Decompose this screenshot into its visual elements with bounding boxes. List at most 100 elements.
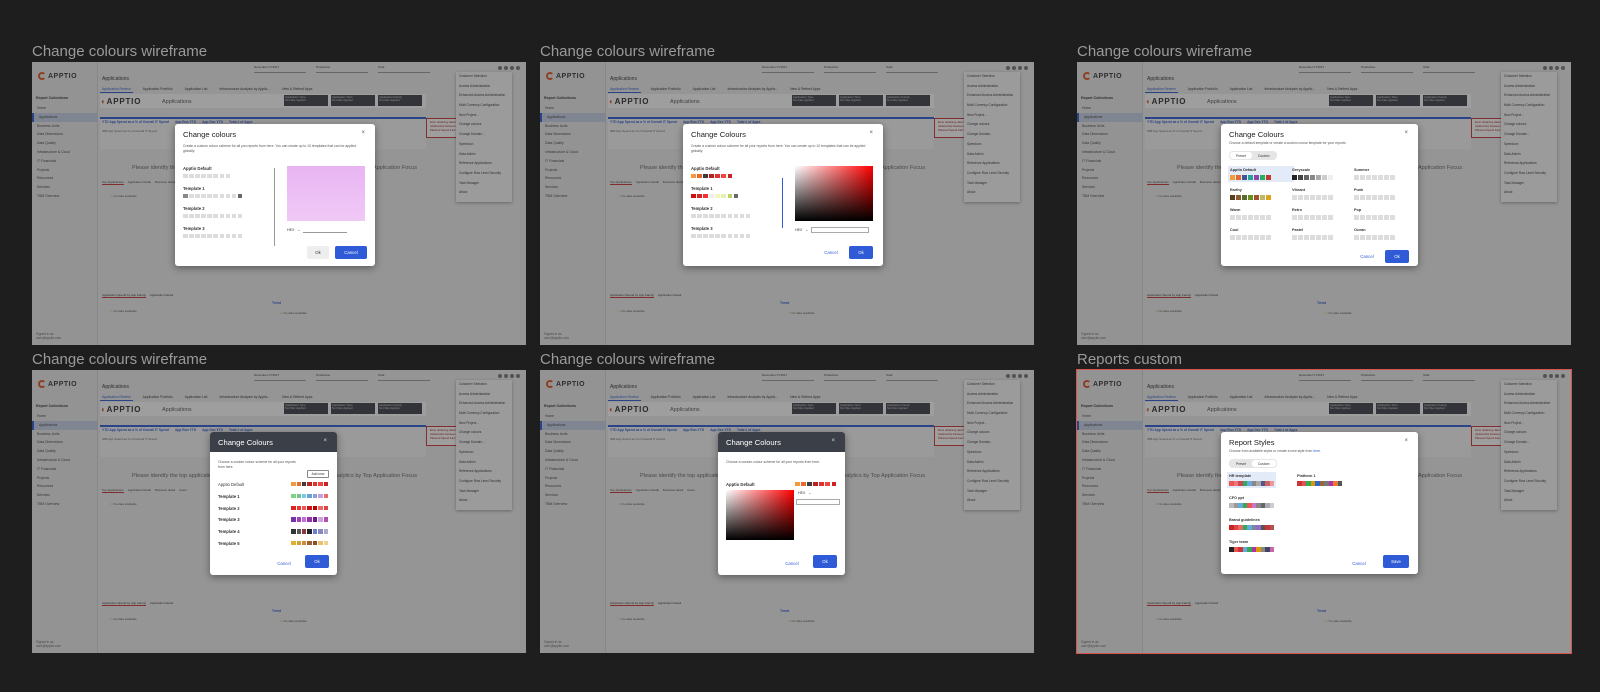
colour-swatch[interactable] [727, 193, 733, 198]
close-icon[interactable]: × [323, 438, 327, 444]
cancel-button[interactable]: Cancel [780, 557, 804, 570]
colour-swatch[interactable] [201, 233, 206, 238]
colour-swatch[interactable] [312, 482, 318, 487]
create-style-link[interactable]: here. [1313, 449, 1321, 453]
add-new-button[interactable]: Add new [307, 470, 329, 478]
colour-swatch[interactable] [225, 173, 231, 178]
colour-swatch[interactable] [691, 173, 696, 178]
colour-swatch[interactable] [302, 529, 307, 534]
hex-input[interactable] [796, 499, 840, 505]
template-row[interactable]: Template 3 [218, 517, 328, 522]
colour-swatch[interactable] [733, 193, 739, 198]
cancel-button[interactable]: Cancel [1355, 250, 1379, 263]
colour-swatch[interactable] [721, 213, 726, 218]
colour-swatch[interactable] [703, 173, 708, 178]
colour-swatch[interactable] [201, 173, 206, 178]
colour-swatch[interactable] [296, 505, 302, 510]
cancel-button[interactable]: Cancel [1347, 557, 1371, 570]
colour-swatch[interactable] [727, 233, 733, 238]
custom-tab[interactable]: Custom [1251, 460, 1276, 467]
colour-swatch[interactable] [721, 173, 726, 178]
template-row[interactable]: Template 2 [218, 505, 328, 511]
colour-swatch[interactable] [237, 233, 243, 238]
cancel-button[interactable]: Cancel [335, 246, 367, 259]
colour-swatch[interactable] [291, 541, 296, 546]
colour-swatch[interactable] [183, 213, 188, 218]
colour-swatch[interactable] [318, 505, 323, 510]
colour-swatch[interactable] [709, 233, 714, 238]
cancel-button[interactable]: Cancel [272, 557, 296, 570]
ok-button[interactable]: Ok [849, 246, 873, 259]
colour-swatch[interactable] [219, 193, 225, 198]
cancel-button[interactable]: Cancel [819, 246, 843, 259]
colour-swatch[interactable] [318, 493, 323, 499]
colour-swatch[interactable] [231, 233, 237, 238]
colour-swatch[interactable] [195, 213, 200, 218]
colour-swatch[interactable] [291, 493, 296, 499]
chevron-down-icon[interactable]: ⌄ [297, 228, 300, 232]
colour-swatch[interactable] [225, 193, 231, 198]
colour-swatch[interactable] [703, 233, 708, 238]
colour-swatch[interactable] [307, 482, 312, 487]
colour-swatch[interactable] [709, 213, 714, 218]
colour-swatch[interactable] [727, 213, 733, 218]
colour-swatch[interactable] [189, 193, 194, 198]
colour-swatch[interactable] [727, 173, 733, 178]
colour-swatch[interactable] [318, 517, 323, 522]
preset-palette[interactable]: Earthy [1230, 188, 1292, 200]
colour-swatch[interactable] [237, 193, 243, 198]
colour-swatch[interactable] [795, 481, 800, 486]
preset-tab[interactable]: Preset [1230, 152, 1252, 159]
colour-swatch[interactable] [183, 193, 188, 198]
colour-swatch[interactable] [691, 193, 696, 198]
template-row[interactable]: Apptio Default [218, 482, 328, 487]
colour-swatch[interactable] [307, 493, 312, 499]
preset-palette[interactable]: Warm [1230, 208, 1292, 220]
colour-swatch[interactable] [291, 517, 296, 522]
colour-swatch[interactable] [195, 193, 200, 198]
colour-swatch[interactable] [213, 173, 218, 178]
preset-palette[interactable]: Cool [1230, 228, 1292, 240]
colour-swatch[interactable] [225, 213, 231, 218]
wireframe-frame[interactable]: Change colours wireframe APPTIO Report C… [32, 351, 526, 653]
frame-label[interactable]: Change colours wireframe [540, 351, 715, 368]
colour-swatch[interactable] [207, 233, 212, 238]
colour-swatch[interactable] [307, 541, 312, 546]
colour-swatch[interactable] [183, 173, 188, 178]
colour-swatch[interactable] [302, 482, 307, 487]
preset-palette[interactable]: Retro [1292, 208, 1354, 220]
wireframe-frame[interactable]: Change colours wireframe APPTIO Report C… [540, 351, 1034, 653]
report-style[interactable]: Tiger team [1229, 540, 1274, 552]
preset-palette[interactable]: Vibrant [1292, 188, 1354, 200]
colour-swatch[interactable] [825, 481, 830, 486]
custom-tab[interactable]: Custom [1252, 152, 1276, 159]
report-style[interactable]: HR template [1227, 472, 1276, 488]
colour-swatch[interactable] [745, 213, 751, 218]
colour-swatch[interactable] [739, 213, 745, 218]
colour-swatch[interactable] [302, 517, 307, 522]
template-row[interactable]: Template 5 [218, 541, 328, 546]
save-button[interactable]: Save [1383, 555, 1409, 568]
colour-preview[interactable] [287, 166, 365, 221]
preset-palette[interactable]: Pastel [1292, 228, 1354, 240]
colour-swatch[interactable] [697, 213, 702, 218]
preset-palette[interactable]: Pop [1354, 208, 1416, 220]
colour-picker-field[interactable] [795, 166, 873, 221]
colour-swatch[interactable] [831, 481, 837, 486]
colour-swatch[interactable] [307, 505, 312, 510]
colour-swatch[interactable] [225, 233, 231, 238]
colour-swatch[interactable] [323, 482, 328, 487]
colour-swatch[interactable] [801, 481, 806, 486]
wireframe-frame[interactable]: Change colours wireframe APPTIO Report C… [540, 43, 1034, 345]
colour-swatch[interactable] [296, 541, 302, 546]
colour-swatch[interactable] [312, 493, 318, 499]
colour-swatch[interactable] [715, 233, 720, 238]
preset-palette[interactable]: Summer [1354, 168, 1416, 180]
colour-swatch[interactable] [691, 213, 696, 218]
template-row[interactable]: Template 4 [218, 529, 328, 534]
colour-swatch[interactable] [733, 233, 739, 238]
colour-swatch[interactable] [207, 193, 212, 198]
colour-swatch[interactable] [307, 517, 312, 522]
colour-swatch[interactable] [219, 213, 225, 218]
colour-swatch[interactable] [709, 173, 714, 178]
